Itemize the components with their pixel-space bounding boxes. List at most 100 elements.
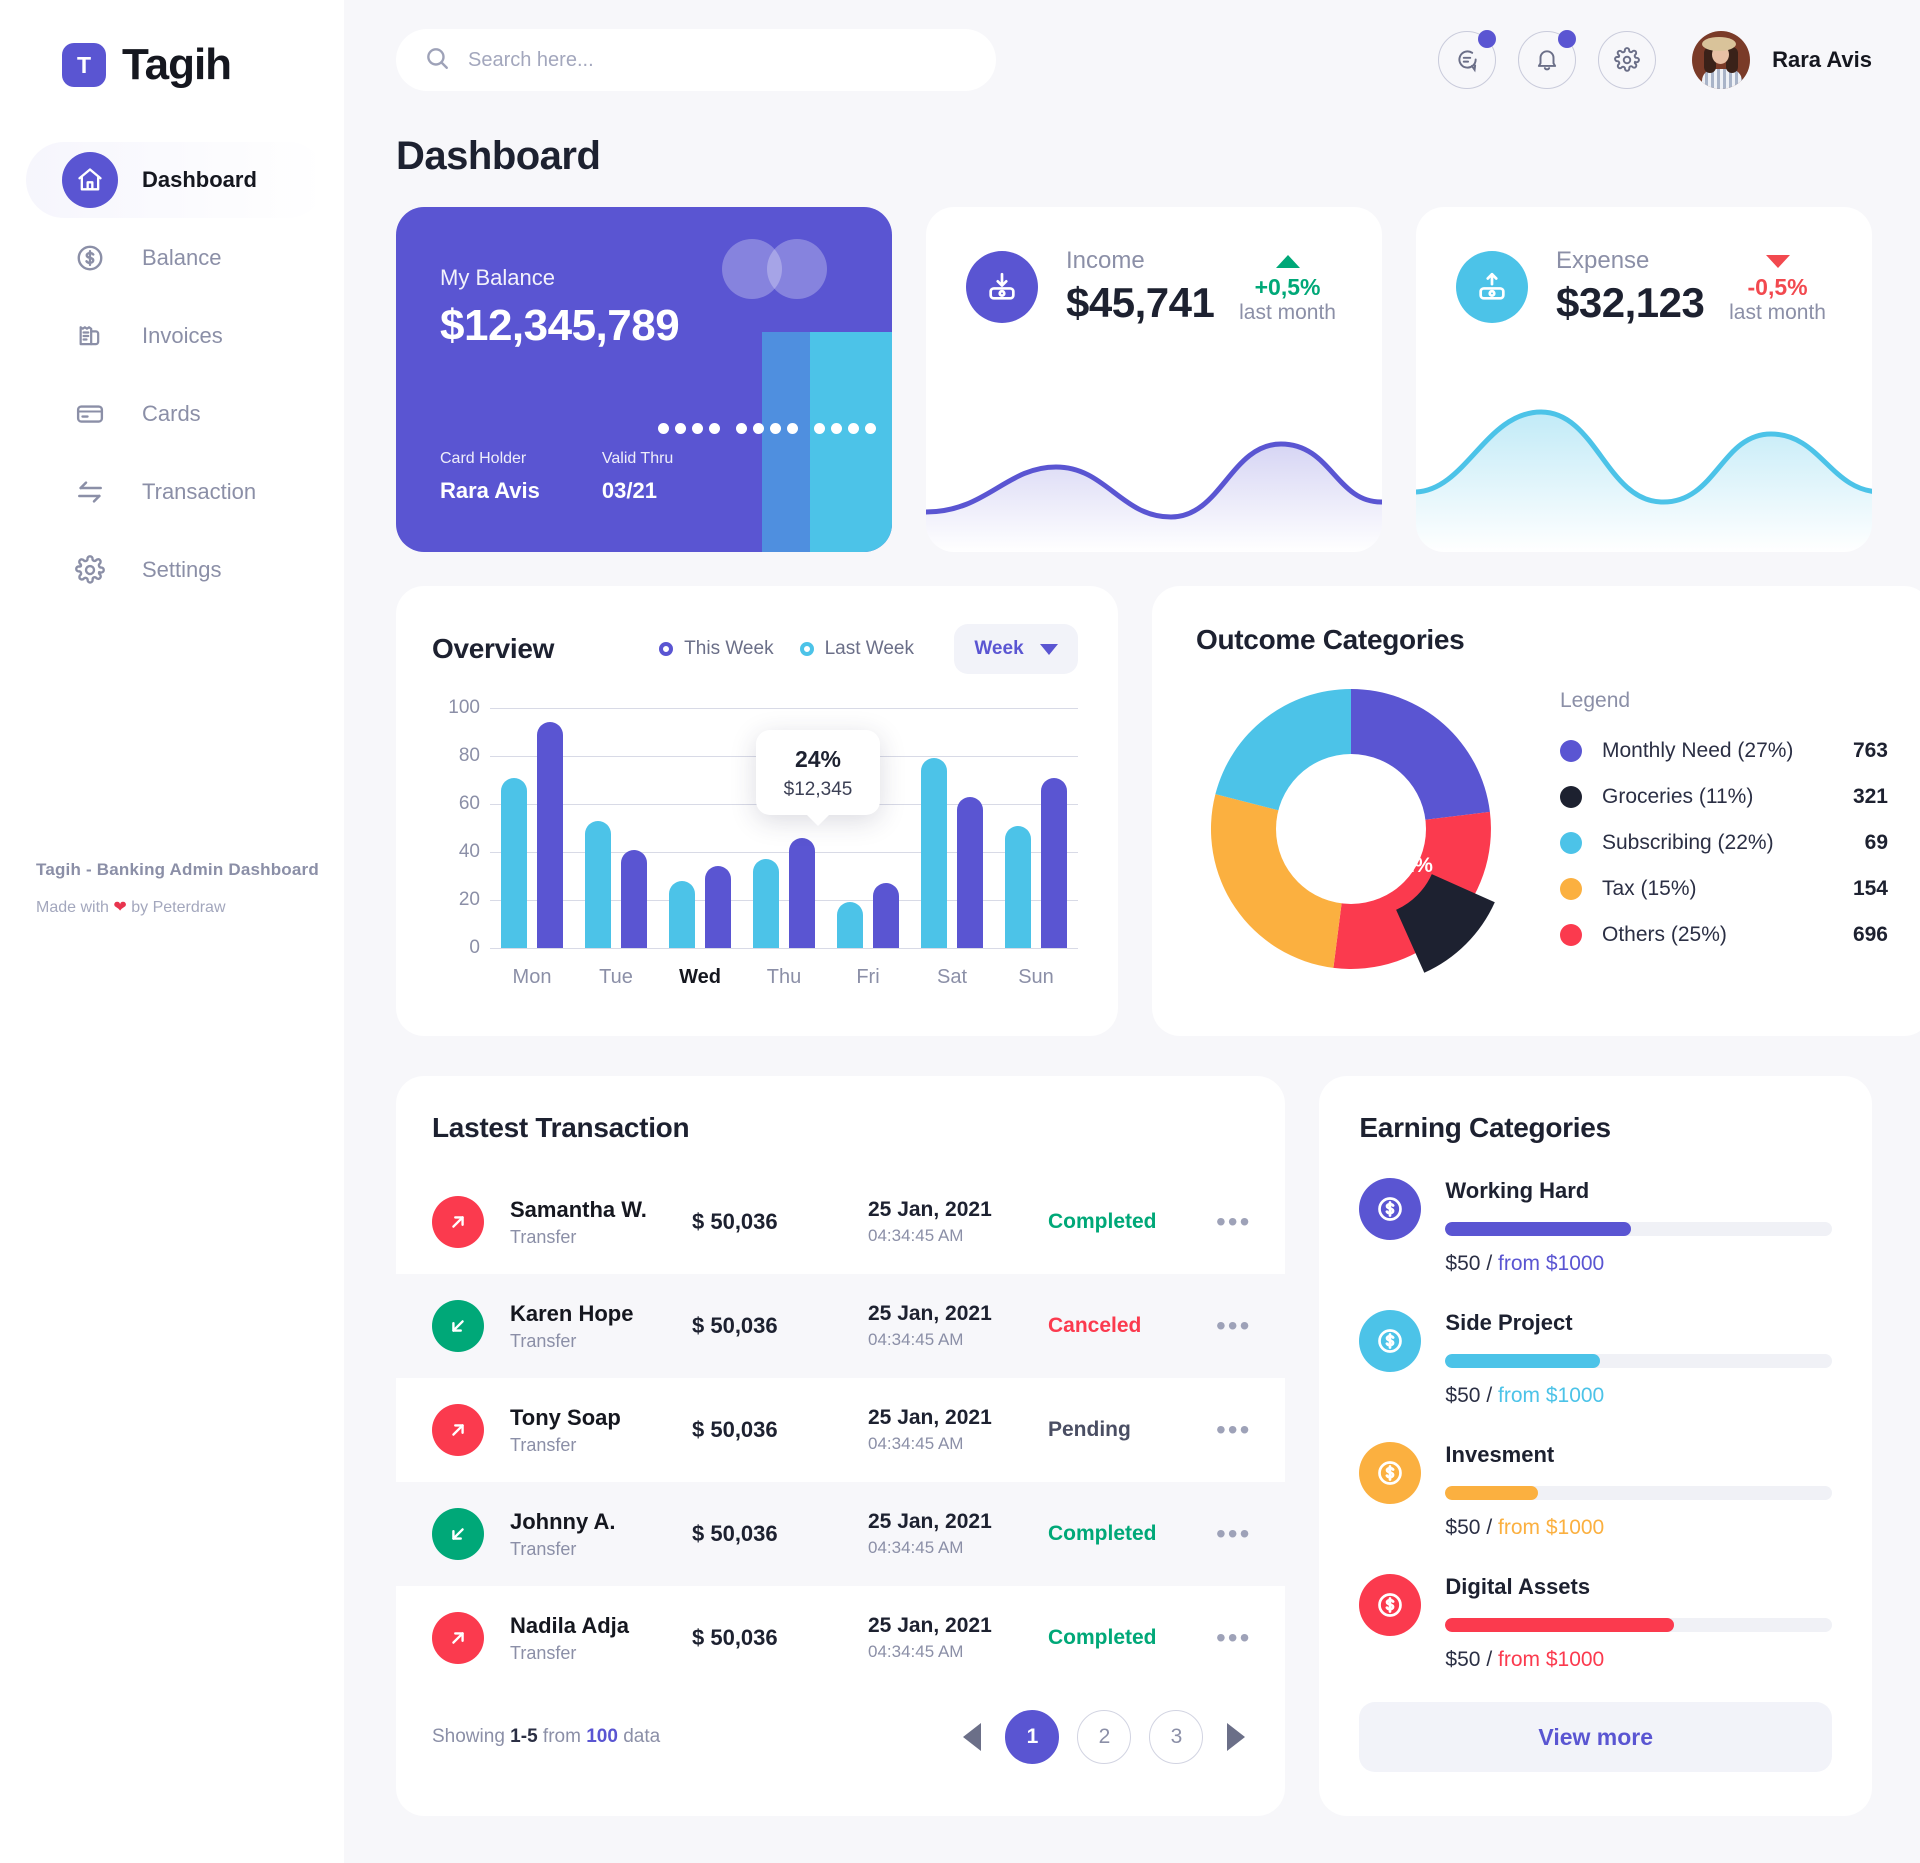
legend-last-week[interactable]: Last Week (799, 638, 914, 660)
legend-item[interactable]: Groceries (11%) 321 (1560, 785, 1888, 809)
earning-current: $50 (1445, 1648, 1481, 1671)
bar[interactable] (957, 796, 983, 948)
card-icon (62, 386, 118, 442)
table-row[interactable]: Karen Hope Transfer $ 50,036 25 Jan, 2021 04… (396, 1274, 1286, 1378)
bar[interactable] (501, 777, 527, 948)
bar[interactable] (789, 837, 815, 948)
row-menu-icon[interactable]: ••• (1216, 1414, 1251, 1446)
notifications-badge (1558, 30, 1577, 48)
sidebar-item-cards[interactable]: Cards (0, 382, 344, 446)
bar[interactable] (585, 820, 611, 948)
bar[interactable] (669, 880, 695, 948)
invoice-icon (62, 308, 118, 364)
bar[interactable] (873, 883, 899, 948)
transaction-name: Nadila Adja (510, 1612, 629, 1638)
earning-item: Invesment $50 / from $1000 (1359, 1442, 1832, 1540)
transaction-time: 04:34:45 AM (868, 1330, 964, 1349)
legend-item[interactable]: Others (25%) 696 (1560, 923, 1888, 947)
legend-item[interactable]: Subscribing (22%) 69 (1560, 831, 1888, 855)
row-menu-icon[interactable]: ••• (1216, 1310, 1251, 1342)
earning-body: Side Project $50 / from $1000 (1445, 1310, 1832, 1408)
chevron-down-icon (1039, 643, 1058, 655)
next-page-icon[interactable] (1227, 1723, 1246, 1751)
transaction-date: 25 Jan, 2021 (868, 1406, 992, 1429)
arrow-down-left-icon (432, 1300, 484, 1352)
prev-page-icon[interactable] (963, 1723, 982, 1751)
search-input[interactable] (468, 48, 968, 72)
chart-tooltip: 24% $12,345 (756, 730, 880, 815)
bar[interactable] (1041, 777, 1067, 948)
x-tick: Tue (599, 966, 633, 988)
card-valid-label: Valid Thru (601, 450, 674, 467)
y-tick: 80 (458, 745, 480, 766)
expense-delta: -0,5% last month (1729, 255, 1826, 325)
sidebar-item-transaction[interactable]: Transaction (0, 460, 344, 524)
expense-value: $32,123 (1556, 279, 1705, 326)
legend-item[interactable]: Tax (15%) 154 (1560, 877, 1888, 901)
bar[interactable] (705, 866, 731, 948)
transaction-type: Transfer (510, 1538, 577, 1559)
card-holder-label: Card Holder (440, 450, 527, 467)
expense-sparkline (1416, 409, 1872, 552)
table-row[interactable]: Johnny A. Transfer $ 50,036 25 Jan, 2021 04:… (396, 1482, 1286, 1586)
sidebar-item-settings[interactable]: Settings (0, 538, 344, 602)
legend-marker-icon (659, 642, 674, 656)
outcome-body: 11% Legend Monthly Need (27%) 763 Grocerie… (1196, 674, 1888, 984)
earning-list: Working Hard $50 / from $1000 Side Project… (1359, 1178, 1832, 1672)
sidebar: T Tagih Dashboard Balance Invoices Cards… (0, 0, 344, 1863)
brand-logo[interactable]: T Tagih (0, 40, 344, 90)
bar[interactable] (837, 902, 863, 948)
legend-item[interactable]: Monthly Need (27%) 763 (1560, 739, 1888, 763)
search-box[interactable] (396, 29, 996, 91)
transaction-time: 04:34:45 AM (868, 1642, 964, 1661)
progress-track (1445, 1486, 1832, 1500)
arrow-up-icon (1275, 255, 1300, 268)
table-row[interactable]: Tony Soap Transfer $ 50,036 25 Jan, 2021 04:… (396, 1378, 1285, 1482)
legend-item-label: Groceries (11%) (1602, 785, 1754, 808)
view-more-button[interactable]: View more (1359, 1702, 1832, 1772)
transaction-datetime: 25 Jan, 2021 04:34:45 AM (868, 1406, 1048, 1454)
transaction-time: 04:34:45 AM (868, 1434, 964, 1453)
expense-delta-sub: last month (1729, 301, 1826, 324)
sidebar-item-balance[interactable]: Balance (0, 226, 344, 290)
balance-card[interactable]: My Balance $12,345,789 1234 Card Holder … (396, 207, 892, 552)
expense-icon (1456, 251, 1528, 323)
transactions-title: Lastest Transaction (432, 1112, 690, 1143)
page-button[interactable]: 2 (1077, 1710, 1132, 1764)
card-number: 1234 (658, 412, 892, 445)
sidebar-item-dashboard[interactable]: Dashboard (0, 142, 344, 218)
bar[interactable] (537, 722, 563, 948)
chat-button[interactable] (1438, 30, 1497, 89)
legend-swatch-icon (1560, 786, 1582, 808)
bar[interactable] (621, 849, 647, 948)
row-menu-icon[interactable]: ••• (1216, 1206, 1251, 1238)
earning-current: $50 (1445, 1384, 1481, 1407)
sidebar-footer-title: Tagih - Banking Admin Dashboard (36, 860, 319, 879)
sidebar-item-invoices[interactable]: Invoices (0, 304, 344, 368)
legend-this-week[interactable]: This Week (659, 638, 774, 660)
gear-icon (62, 542, 118, 598)
page-button[interactable]: 1 (1005, 1710, 1060, 1764)
transaction-amount: $ 50,036 (692, 1313, 778, 1338)
bar[interactable] (1005, 825, 1031, 948)
income-value: $45,741 (1066, 279, 1215, 326)
range-select[interactable]: Week (954, 624, 1078, 674)
transaction-name: Tony Soap (510, 1404, 621, 1430)
expense-card: Expense $32,123 -0,5% last month (1416, 207, 1872, 552)
avatar[interactable] (1692, 31, 1751, 89)
row-menu-icon[interactable]: ••• (1216, 1622, 1251, 1654)
row-menu-icon[interactable]: ••• (1216, 1518, 1251, 1550)
settings-button[interactable] (1598, 31, 1657, 89)
transaction-party: Nadila Adja Transfer (510, 1613, 692, 1664)
table-row[interactable]: Samantha W. Transfer $ 50,036 25 Jan, 2021 0… (396, 1170, 1285, 1274)
page-button[interactable]: 3 (1149, 1710, 1204, 1764)
bar[interactable] (921, 758, 947, 948)
arrow-up-right-icon (432, 1196, 484, 1248)
table-row[interactable]: Nadila Adja Transfer $ 50,036 25 Jan, 2021 0… (396, 1586, 1285, 1690)
outcome-panel: Outcome Categories 11% Legend Monthly Ne… (1152, 586, 1920, 1036)
x-tick: Sat (936, 966, 968, 988)
bar-group (910, 708, 994, 948)
bar[interactable] (753, 859, 779, 948)
earning-item: Digital Assets $50 / from $1000 (1359, 1574, 1832, 1672)
notifications-button[interactable] (1518, 30, 1577, 89)
